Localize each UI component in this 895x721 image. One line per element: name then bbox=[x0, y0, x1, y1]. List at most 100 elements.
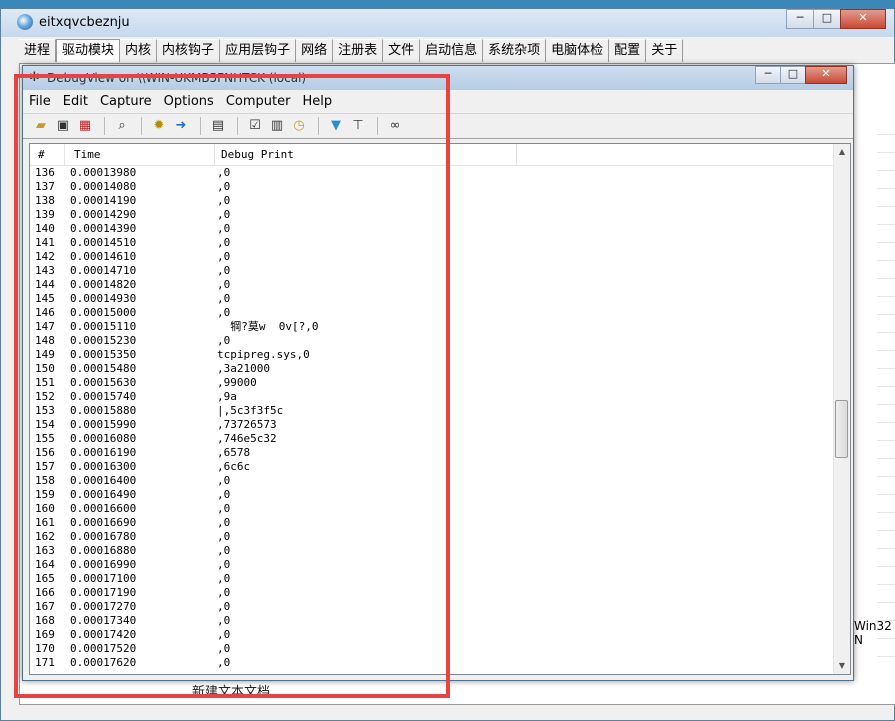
column-header-time[interactable]: Time bbox=[74, 148, 101, 161]
tab-config[interactable]: 配置 bbox=[609, 39, 647, 62]
pin-icon[interactable]: ⊤ bbox=[348, 116, 368, 136]
binoculars-icon[interactable]: ∞ bbox=[385, 116, 405, 136]
table-row[interactable]: 155 0.00016080 ,746e5c32 bbox=[30, 432, 836, 446]
table-row[interactable]: 139 0.00014290 ,0 bbox=[30, 208, 836, 222]
menu-edit[interactable]: Edit bbox=[57, 92, 94, 112]
toolbar: ▰ ▣ ▦ ⌕ ✹ ➜ ▤ ☑ ▥ ◷ ▼ ⊤ ∞ bbox=[23, 113, 853, 139]
scroll-thumb[interactable] bbox=[835, 400, 848, 458]
table-row[interactable]: 168 0.00017340 ,0 bbox=[30, 614, 836, 628]
minimize-button[interactable]: ─ bbox=[786, 9, 814, 29]
table-row[interactable]: 163 0.00016880 ,0 bbox=[30, 544, 836, 558]
table-row[interactable]: 152 0.00015740 ,9a bbox=[30, 390, 836, 404]
table-row[interactable]: 170 0.00017520 ,0 bbox=[30, 642, 836, 656]
menu-capture[interactable]: Capture bbox=[94, 92, 158, 112]
table-row[interactable]: 158 0.00016400 ,0 bbox=[30, 474, 836, 488]
table-row[interactable]: 156 0.00016190 ,6578 bbox=[30, 446, 836, 460]
table-row[interactable]: 153 0.00015880 |,5c3f3f5c bbox=[30, 404, 836, 418]
column-divider[interactable] bbox=[214, 144, 215, 165]
table-row[interactable]: 138 0.00014190 ,0 bbox=[30, 194, 836, 208]
autoscroll-icon[interactable]: ➜ bbox=[171, 116, 191, 136]
close-button[interactable]: ✕ bbox=[840, 9, 886, 29]
tab-about[interactable]: 关于 bbox=[646, 39, 684, 62]
cell-num: 171 bbox=[35, 656, 55, 669]
filter-icon[interactable]: ☑ bbox=[245, 116, 265, 136]
highlight-icon[interactable]: ▥ bbox=[267, 116, 287, 136]
history-icon[interactable]: ◷ bbox=[289, 116, 309, 136]
cell-num: 163 bbox=[35, 544, 55, 557]
menu-file[interactable]: File bbox=[23, 92, 57, 112]
menu-options[interactable]: Options bbox=[158, 92, 220, 112]
debugview-close-button[interactable]: ✕ bbox=[805, 66, 847, 84]
tab-files[interactable]: 文件 bbox=[383, 39, 421, 62]
vertical-scrollbar[interactable]: ▲ ▼ bbox=[833, 144, 850, 674]
outer-title-bar[interactable]: eitxqvcbeznju ─ □ ✕ bbox=[1, 9, 894, 37]
column-header-num[interactable]: # bbox=[38, 148, 45, 161]
filter-down-icon[interactable]: ▼ bbox=[326, 116, 346, 136]
table-row[interactable]: 146 0.00015000 ,0 bbox=[30, 306, 836, 320]
capture-icon[interactable]: ✹ bbox=[149, 116, 169, 136]
cell-time: 0.00015480 bbox=[70, 362, 137, 375]
column-header-debug-print[interactable]: Debug Print bbox=[221, 148, 294, 161]
column-divider[interactable] bbox=[64, 144, 65, 165]
tab-process[interactable]: 进程 bbox=[19, 39, 57, 62]
cell-num: 161 bbox=[35, 516, 55, 529]
table-row[interactable]: 150 0.00015480 ,3a21000 bbox=[30, 362, 836, 376]
clock-icon[interactable]: ▤ bbox=[208, 116, 228, 136]
maximize-button[interactable]: □ bbox=[813, 9, 841, 29]
table-row[interactable]: 161 0.00016690 ,0 bbox=[30, 516, 836, 530]
cell-msg: ,0 bbox=[217, 642, 231, 655]
cell-msg: ,0 bbox=[217, 278, 231, 291]
find-icon[interactable]: ⌕ bbox=[112, 116, 132, 136]
tab-app-hooks[interactable]: 应用层钩子 bbox=[220, 39, 297, 62]
table-row[interactable]: 142 0.00014610 ,0 bbox=[30, 250, 836, 264]
table-row[interactable]: 140 0.00014390 ,0 bbox=[30, 222, 836, 236]
table-row[interactable]: 166 0.00017190 ,0 bbox=[30, 586, 836, 600]
table-row[interactable]: 137 0.00014080 ,0 bbox=[30, 180, 836, 194]
scroll-up-arrow[interactable]: ▲ bbox=[834, 144, 850, 160]
tab-network[interactable]: 网络 bbox=[296, 39, 334, 62]
cell-time: 0.00016690 bbox=[70, 516, 137, 529]
tab-checkup[interactable]: 电脑体检 bbox=[546, 39, 610, 62]
table-row[interactable]: 162 0.00016780 ,0 bbox=[30, 530, 836, 544]
column-divider[interactable] bbox=[516, 144, 517, 165]
save-icon[interactable]: ▣ bbox=[53, 116, 73, 136]
table-row[interactable]: 143 0.00014710 ,0 bbox=[30, 264, 836, 278]
table-row[interactable]: 167 0.00017270 ,0 bbox=[30, 600, 836, 614]
debugview-title-bar[interactable]: ✲ DebugView on \\WIN-UKMB5FNHTCK (local)… bbox=[23, 66, 853, 90]
tab-kernel[interactable]: 内核 bbox=[120, 39, 158, 62]
table-row[interactable]: 144 0.00014820 ,0 bbox=[30, 278, 836, 292]
table-row[interactable]: 145 0.00014930 ,0 bbox=[30, 292, 836, 306]
table-row[interactable]: 165 0.00017100 ,0 bbox=[30, 572, 836, 586]
table-row[interactable]: 147 0.00015110 犅?莫w 0v[?,0 bbox=[30, 320, 836, 334]
tab-kernel-hooks[interactable]: 内核钩子 bbox=[157, 39, 221, 62]
clear-icon[interactable]: ▦ bbox=[75, 116, 95, 136]
debug-output-list[interactable]: # Time Debug Print 136 0.00013980 ,0 137 0.0… bbox=[29, 143, 851, 675]
debugview-minimize-button[interactable]: ─ bbox=[755, 66, 781, 84]
table-row[interactable]: 151 0.00015630 ,99000 bbox=[30, 376, 836, 390]
menu-computer[interactable]: Computer bbox=[220, 92, 297, 112]
table-row[interactable]: 154 0.00015990 ,73726573 bbox=[30, 418, 836, 432]
tab-registry[interactable]: 注册表 bbox=[333, 39, 384, 62]
tab-system-misc[interactable]: 系统杂项 bbox=[483, 39, 547, 62]
open-icon[interactable]: ▰ bbox=[31, 116, 51, 136]
table-row[interactable]: 169 0.00017420 ,0 bbox=[30, 628, 836, 642]
debugview-window: ✲ DebugView on \\WIN-UKMB5FNHTCK (local)… bbox=[22, 65, 854, 681]
table-row[interactable]: 136 0.00013980 ,0 bbox=[30, 166, 836, 180]
cell-time: 0.00015630 bbox=[70, 376, 137, 389]
table-row[interactable]: 148 0.00015230 ,0 bbox=[30, 334, 836, 348]
table-row[interactable]: 157 0.00016300 ,6c6c bbox=[30, 460, 836, 474]
table-row[interactable]: 149 0.00015350 tcpipreg.sys,0 bbox=[30, 348, 836, 362]
cell-num: 144 bbox=[35, 278, 55, 291]
table-row[interactable]: 160 0.00016600 ,0 bbox=[30, 502, 836, 516]
taskbar-item-label[interactable]: 新建文本文档 bbox=[192, 681, 270, 700]
cell-msg: ,99000 bbox=[217, 376, 257, 389]
tab-driver-modules[interactable]: 驱动模块 bbox=[56, 39, 121, 62]
table-row[interactable]: 171 0.00017620 ,0 bbox=[30, 656, 836, 670]
table-row[interactable]: 159 0.00016490 ,0 bbox=[30, 488, 836, 502]
debugview-maximize-button[interactable]: □ bbox=[780, 66, 806, 84]
tab-startup[interactable]: 启动信息 bbox=[420, 39, 484, 62]
scroll-down-arrow[interactable]: ▼ bbox=[834, 658, 850, 674]
menu-help[interactable]: Help bbox=[296, 92, 338, 112]
table-row[interactable]: 141 0.00014510 ,0 bbox=[30, 236, 836, 250]
table-row[interactable]: 164 0.00016990 ,0 bbox=[30, 558, 836, 572]
